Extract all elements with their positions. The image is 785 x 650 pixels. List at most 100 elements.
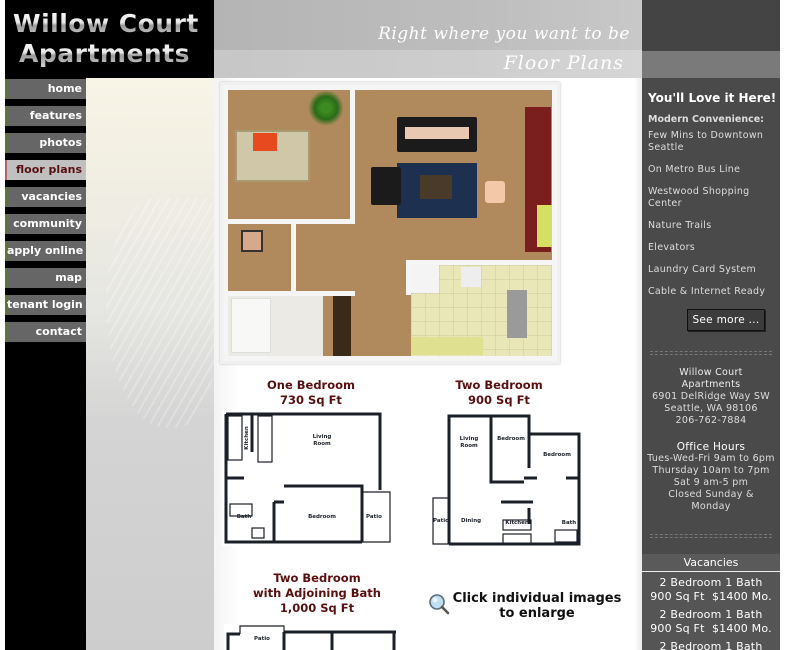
header-right-strip (642, 51, 780, 78)
wall (350, 85, 355, 223)
wall (291, 223, 296, 295)
nav-item-home[interactable]: home (5, 79, 86, 99)
vacancy-line-2: 900 Sq Ft $1400 Mo. (650, 622, 772, 635)
floor-plan-3d-image[interactable] (220, 82, 560, 364)
office-hours-line: Tues-Wed-Fri 9am to 6pm (647, 453, 775, 464)
divider (650, 534, 772, 538)
floor-plan-adjoining-drawing: Patio (226, 625, 396, 650)
logo-line-2: Apartments (13, 39, 214, 69)
office-hours-line: Sat 9 am-5 pm (673, 477, 749, 488)
room-label: Patio (366, 514, 382, 520)
room-label: Bath (237, 514, 252, 520)
room-label: Patio (254, 636, 270, 642)
header-banner: Right where you want to be Floor Plans (214, 0, 642, 78)
feature-item: Cable & Internet Ready (648, 286, 766, 297)
room-label: Bath (562, 520, 577, 526)
floor-plan-two-bedroom-drawing: Living Room Bedroom Bedroom Patio Dining… (432, 414, 581, 546)
page-edge (780, 0, 785, 650)
vacancy-line-1: 2 Bedroom 1 Bath (659, 576, 763, 589)
plan-caption-two-bedroom-adjoining: Two Bedroom with Adjoining Bath 1,000 Sq… (232, 571, 402, 616)
room-label: Room (313, 441, 331, 447)
office-hours: Office Hours Tues-Wed-Fri 9am to 6pm Thu… (642, 441, 780, 513)
plan-title: Two Bedroom (273, 571, 361, 585)
plan-size: 900 Sq Ft (468, 393, 530, 407)
header-right-block (642, 0, 780, 51)
palm-leaf-decoration (106, 198, 216, 428)
nav-item-floor-plans[interactable]: floor plans (5, 160, 86, 180)
bathtub (231, 298, 271, 353)
main-nav: home features photos floor plans vacanci… (5, 79, 86, 349)
room-label: Room (460, 443, 478, 449)
vacancy-item[interactable]: 2 Bedroom 1 Bath 900 Sq Ft $1400 Mo. (642, 608, 780, 636)
tagline: Right where you want to be (378, 24, 630, 44)
armchair (371, 167, 401, 205)
room-label: Dining (461, 518, 481, 524)
nav-item-contact[interactable]: contact (5, 322, 86, 342)
plan-title: One Bedroom (266, 378, 356, 392)
vacancy-line-2: 900 Sq Ft $1400 Mo. (650, 590, 772, 603)
nav-item-photos[interactable]: photos (5, 133, 86, 153)
vacancy-line-1: 2 Bedroom 1 Bath (659, 608, 763, 621)
feature-item: Elevators (648, 242, 696, 253)
room-label: Bedroom (543, 452, 571, 458)
nav-item-apply-online[interactable]: apply online (5, 241, 86, 261)
floor-plan-one-bedroom[interactable]: Living Room Bath Bedroom Patio Kitchen (222, 410, 394, 546)
site-logo[interactable]: Willow Court Apartments (5, 0, 214, 78)
room-label: Kitchen (505, 520, 529, 526)
stove (461, 267, 481, 287)
office-hours-title: Office Hours (676, 441, 746, 453)
see-more-button[interactable]: See more ... (687, 309, 765, 331)
feature-item: Nature Trails (648, 220, 712, 231)
address-name-2: Apartments (681, 379, 741, 390)
nav-item-vacancies[interactable]: vacancies (5, 187, 86, 207)
room-label: Living (460, 436, 479, 442)
feature-item: Westwood Shopping Center (648, 186, 750, 209)
floor-plan-two-bedroom-adjoining[interactable]: Patio (224, 624, 396, 650)
feature-list: Few Mins to Downtown Seattle On Metro Bu… (648, 130, 778, 308)
room-label: Bedroom (497, 436, 525, 442)
counter (411, 265, 439, 293)
kitchen-counter (411, 337, 483, 355)
address-block: Willow Court Apartments 6901 DelRidge Wa… (642, 367, 780, 427)
plan-size: 1,000 Sq Ft (279, 601, 355, 615)
address-name-1: Willow Court (679, 367, 743, 378)
address-street: 6901 DelRidge Way SW (652, 391, 770, 402)
dining-table (507, 290, 527, 338)
room-label: Kitchen (244, 426, 250, 450)
nav-item-features[interactable]: features (5, 106, 86, 126)
vacancy-item[interactable]: 2 Bedroom 1 Bath (642, 640, 780, 650)
laundry-basket (241, 230, 263, 252)
wall (223, 85, 557, 90)
enlarge-hint-line-1: Click individual images (452, 591, 622, 606)
floor-plan-one-bedroom-drawing: Living Room Bath Bedroom Patio Kitchen (224, 412, 391, 544)
wall (223, 219, 355, 224)
feature-item: Laundry Card System (648, 264, 757, 275)
plan-title-2: with Adjoining Bath (253, 586, 381, 600)
feature-item: On Metro Bus Line (648, 164, 741, 175)
room-label: Living (313, 434, 332, 440)
magnifier-icon (429, 594, 450, 615)
sidebar-title: You'll Love it Here! (648, 91, 777, 105)
nav-item-community[interactable]: community (5, 214, 86, 234)
sidebar-subtitle: Modern Convenience: (648, 114, 764, 125)
room-label: Patio (433, 518, 449, 524)
vacancy-item[interactable]: 2 Bedroom 1 Bath 900 Sq Ft $1400 Mo. (642, 576, 780, 604)
office-hours-line: Closed Sunday & Monday (668, 489, 754, 512)
closet (333, 296, 351, 356)
decorative-column (86, 78, 216, 650)
vacancies-box: Vacancies 2 Bedroom 1 Bath 900 Sq Ft $14… (642, 554, 780, 650)
divider (650, 351, 772, 355)
pillow (253, 133, 277, 151)
plan-caption-one-bedroom: One Bedroom 730 Sq Ft (236, 378, 386, 408)
nav-item-tenant-login[interactable]: tenant login (5, 295, 86, 315)
floor-plan-two-bedroom[interactable]: Living Room Bedroom Bedroom Patio Dining… (429, 412, 587, 548)
main-content: One Bedroom 730 Sq Ft Living Room Bath B… (214, 78, 642, 650)
nav-item-map[interactable]: map (5, 268, 86, 288)
plan-caption-two-bedroom: Two Bedroom 900 Sq Ft (424, 378, 574, 408)
vacancy-line-1: 2 Bedroom 1 Bath (659, 640, 763, 650)
coffee-table (420, 175, 452, 199)
sofa-cushion (405, 127, 469, 139)
address-phone[interactable]: 206-762-7884 (642, 415, 780, 427)
wall (223, 356, 557, 361)
ottoman (485, 181, 505, 203)
